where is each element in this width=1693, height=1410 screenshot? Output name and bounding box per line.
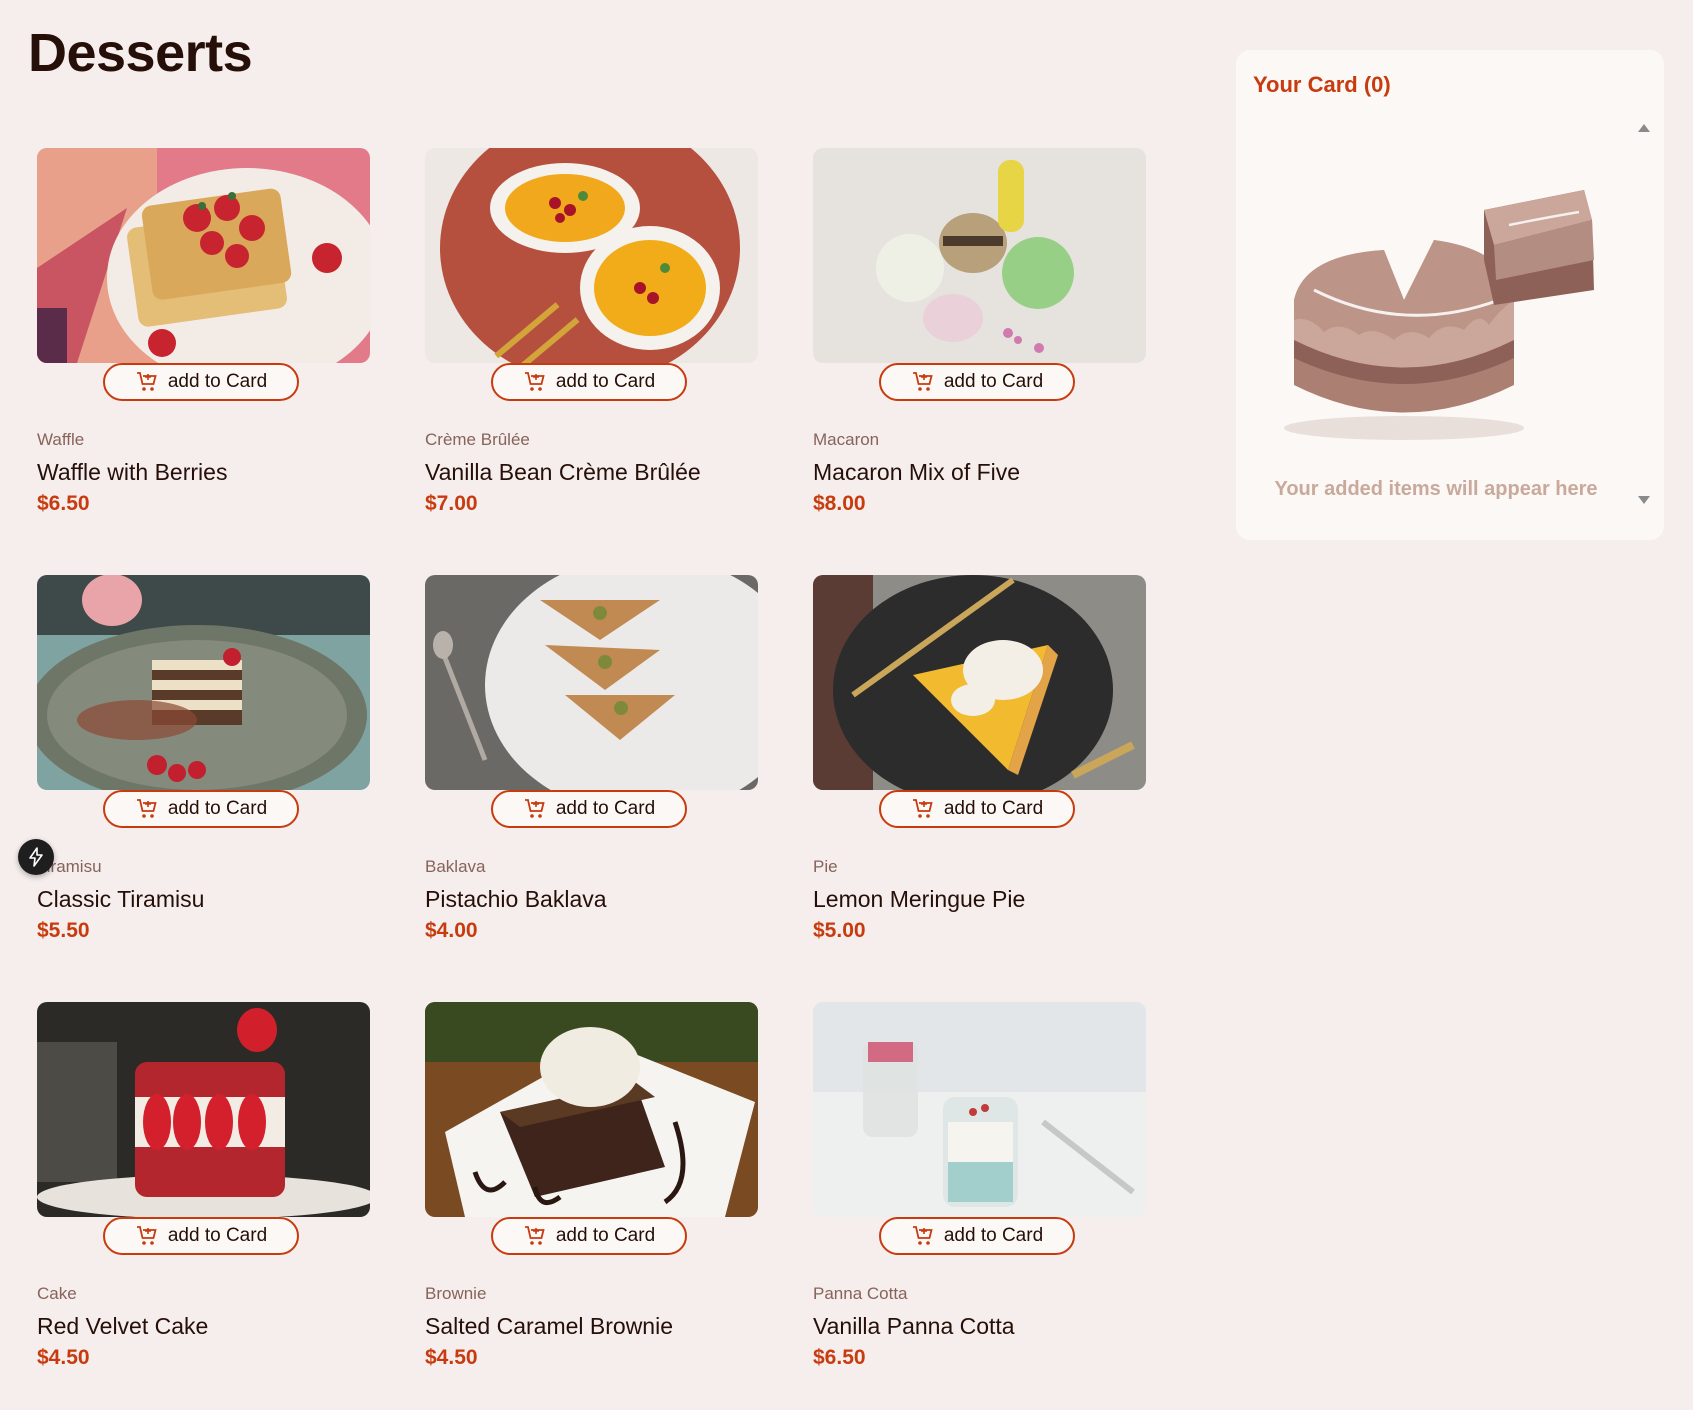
product-category: Pie bbox=[813, 857, 838, 876]
product-category: Crème Brûlée bbox=[425, 430, 530, 449]
product-category: Panna Cotta bbox=[813, 1284, 908, 1303]
add-to-cart-icon bbox=[912, 1226, 933, 1245]
product-name: Waffle with Berries bbox=[37, 459, 228, 485]
add-to-cart-label: add to Card bbox=[555, 1225, 656, 1246]
add-to-cart-label: add to Card bbox=[943, 798, 1044, 819]
add-to-cart-button[interactable]: add to Card bbox=[879, 790, 1075, 828]
product-image-brownie bbox=[425, 1002, 758, 1217]
lightning-icon bbox=[29, 847, 43, 867]
add-to-cart-icon bbox=[912, 372, 933, 391]
add-to-cart-button[interactable]: add to Card bbox=[491, 363, 687, 401]
product-image-waffle bbox=[37, 148, 370, 363]
product-price: $5.00 bbox=[813, 919, 866, 942]
product-price: $5.50 bbox=[37, 919, 90, 942]
add-to-cart-button[interactable]: add to Card bbox=[491, 790, 687, 828]
add-to-cart-icon bbox=[136, 1226, 157, 1245]
product-card: add to Card Tiramisu Classic Tiramisu $5… bbox=[37, 575, 370, 947]
product-image-baklava bbox=[425, 575, 758, 790]
product-price: $6.50 bbox=[813, 1346, 866, 1369]
product-name: Macaron Mix of Five bbox=[813, 459, 1021, 485]
scroll-down-icon[interactable] bbox=[1638, 496, 1650, 504]
product-card: add to Card Brownie Salted Caramel Brown… bbox=[425, 1002, 758, 1374]
add-to-cart-button[interactable]: add to Card bbox=[103, 1217, 299, 1255]
devtools-badge[interactable] bbox=[18, 839, 54, 875]
add-to-cart-button[interactable]: add to Card bbox=[103, 790, 299, 828]
product-name: Red Velvet Cake bbox=[37, 1313, 209, 1339]
add-to-cart-button[interactable]: add to Card bbox=[879, 363, 1075, 401]
product-card: add to Card Macaron Macaron Mix of Five … bbox=[813, 148, 1146, 520]
product-card: add to Card Waffle Waffle with Berries $… bbox=[37, 148, 370, 520]
product-name: Pistachio Baklava bbox=[425, 886, 607, 912]
add-to-cart-label: add to Card bbox=[943, 371, 1044, 392]
product-price: $4.00 bbox=[425, 919, 478, 942]
product-category: Brownie bbox=[425, 1284, 487, 1303]
product-price: $6.50 bbox=[37, 492, 90, 515]
add-to-cart-button[interactable]: add to Card bbox=[491, 1217, 687, 1255]
product-card: add to Card Panna Cotta Vanilla Panna Co… bbox=[813, 1002, 1146, 1374]
cart-empty-message: Your added items will appear here bbox=[1274, 478, 1598, 500]
add-to-cart-label: add to Card bbox=[943, 1225, 1044, 1246]
product-category: Cake bbox=[37, 1284, 77, 1303]
product-category: Macaron bbox=[813, 430, 880, 449]
add-to-cart-label: add to Card bbox=[555, 371, 656, 392]
product-image-creme-brulee bbox=[425, 148, 758, 363]
add-to-cart-icon bbox=[524, 1226, 545, 1245]
cart-title: Your Card (0) bbox=[1253, 72, 1391, 97]
product-card: add to Card Cake Red Velvet Cake $4.50 bbox=[37, 1002, 370, 1374]
product-category: Waffle bbox=[37, 430, 85, 449]
product-name: Salted Caramel Brownie bbox=[425, 1313, 674, 1339]
product-image-tiramisu bbox=[37, 575, 370, 790]
product-name: Lemon Meringue Pie bbox=[813, 886, 1026, 912]
cart-panel: Your Card (0) Your added items will appe… bbox=[1236, 50, 1664, 540]
product-name: Vanilla Panna Cotta bbox=[813, 1313, 1015, 1339]
product-price: $4.50 bbox=[425, 1346, 478, 1369]
add-to-cart-label: add to Card bbox=[555, 798, 656, 819]
product-card: add to Card Pie Lemon Meringue Pie $5.00 bbox=[813, 575, 1146, 947]
product-name: Classic Tiramisu bbox=[37, 886, 205, 912]
product-image-panna-cotta bbox=[813, 1002, 1146, 1217]
add-to-cart-label: add to Card bbox=[167, 371, 268, 392]
product-image-cake bbox=[37, 1002, 370, 1217]
add-to-cart-label: add to Card bbox=[167, 1225, 268, 1246]
product-price: $8.00 bbox=[813, 492, 866, 515]
product-price: $4.50 bbox=[37, 1346, 90, 1369]
product-card: add to Card Crème Brûlée Vanilla Bean Cr… bbox=[425, 148, 758, 520]
product-image-macaron bbox=[813, 148, 1146, 363]
add-to-cart-icon bbox=[136, 372, 157, 391]
empty-cake-illustration bbox=[1284, 190, 1594, 440]
product-image-pie bbox=[813, 575, 1146, 790]
product-card: add to Card Baklava Pistachio Baklava $4… bbox=[425, 575, 758, 947]
add-to-cart-icon bbox=[912, 799, 933, 818]
page-title: Desserts bbox=[28, 23, 253, 83]
product-category: Baklava bbox=[425, 857, 486, 876]
add-to-cart-label: add to Card bbox=[167, 798, 268, 819]
product-price: $7.00 bbox=[425, 492, 478, 515]
scroll-up-icon[interactable] bbox=[1638, 124, 1650, 132]
cart-scrollbar[interactable] bbox=[1636, 118, 1652, 510]
add-to-cart-icon bbox=[524, 372, 545, 391]
add-to-cart-icon bbox=[136, 799, 157, 818]
add-to-cart-button[interactable]: add to Card bbox=[879, 1217, 1075, 1255]
add-to-cart-icon bbox=[524, 799, 545, 818]
product-name: Vanilla Bean Crème Brûlée bbox=[425, 459, 701, 485]
add-to-cart-button[interactable]: add to Card bbox=[103, 363, 299, 401]
